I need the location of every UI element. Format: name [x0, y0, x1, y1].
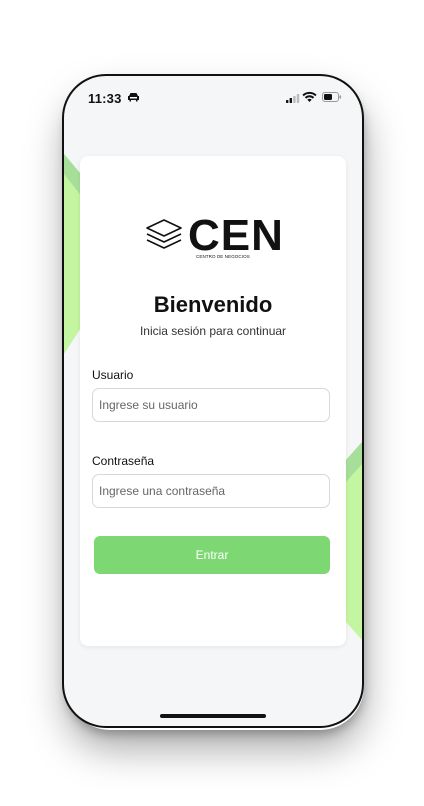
signal-icon [286, 94, 300, 103]
stage: 11:33 CEN CENTRO DE NEGOCIOS Bienvenido … [0, 0, 424, 806]
car-icon [128, 93, 139, 102]
login-card: CEN CENTRO DE NEGOCIOS Bienvenido Inicia… [80, 156, 346, 646]
password-label: Contraseña [92, 454, 155, 468]
battery-icon [322, 92, 342, 102]
login-button[interactable]: Entrar [94, 536, 330, 574]
welcome-subtitle: Inicia sesión para continuar [139, 324, 287, 338]
password-input[interactable] [92, 474, 330, 508]
username-label: Usuario [92, 368, 134, 382]
logo-wordmark: CEN [188, 211, 284, 260]
status-time: 11:33 [88, 91, 122, 106]
username-input[interactable] [92, 388, 330, 422]
logo-tagline: CENTRO DE NEGOCIOS [196, 254, 250, 259]
wifi-icon [302, 91, 317, 102]
app-screen: 11:33 CEN CENTRO DE NEGOCIOS Bienvenido … [64, 76, 362, 726]
welcome-title: Bienvenido [153, 292, 273, 317]
device-frame: 11:33 CEN CENTRO DE NEGOCIOS Bienvenido … [62, 74, 364, 728]
status-bar: 11:33 [64, 76, 362, 120]
stack-logo-icon [146, 219, 182, 249]
brand-logo: CEN CENTRO DE NEGOCIOS [144, 214, 284, 266]
home-indicator [160, 714, 266, 718]
